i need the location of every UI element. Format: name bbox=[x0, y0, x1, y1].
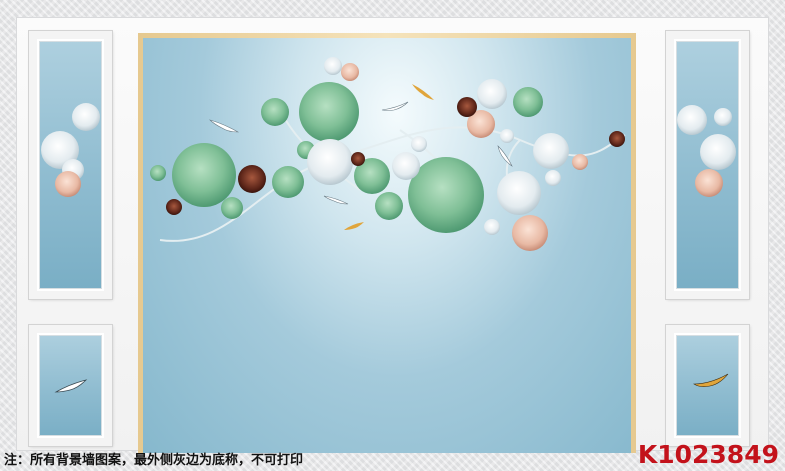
product-code: K1023849 bbox=[637, 440, 779, 469]
print-note: 注：所有背景墙图案，最外侧灰边为底称，不可打印 bbox=[4, 453, 304, 468]
lotus-artwork bbox=[41, 57, 736, 393]
koi-fish-icon bbox=[54, 84, 729, 393]
pink-lotus-icon bbox=[55, 63, 723, 251]
